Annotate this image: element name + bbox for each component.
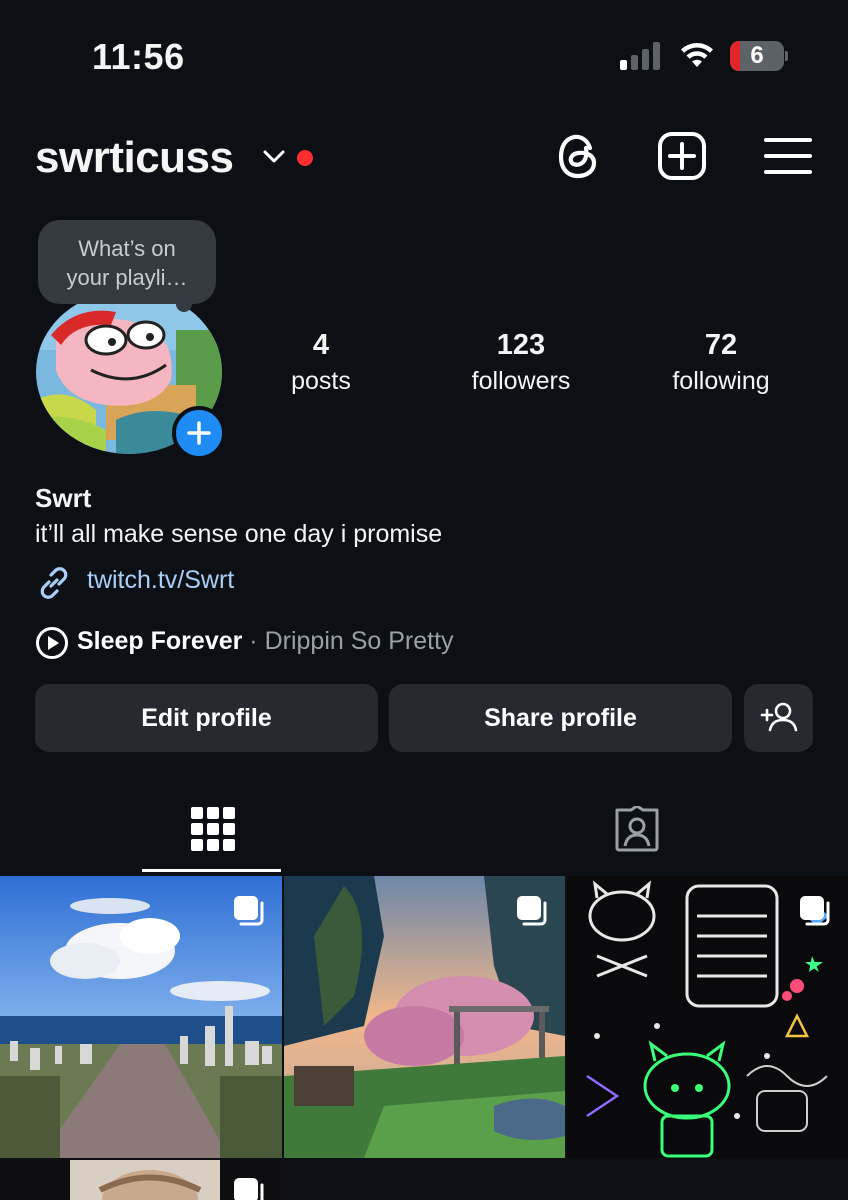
post-thumbnail[interactable] <box>567 876 848 1158</box>
grid-tab-icon[interactable] <box>190 806 236 852</box>
battery-indicator: 6 <box>730 41 788 71</box>
followers-label: followers <box>471 367 571 395</box>
bio-link[interactable]: twitch.tv/Swrt <box>87 566 234 595</box>
username-switcher[interactable]: swrticuss <box>35 133 234 183</box>
note-text-line1: What’s on <box>78 236 176 261</box>
add-story-button[interactable] <box>172 406 226 460</box>
create-post-icon[interactable] <box>656 130 708 182</box>
music-song: Sleep Forever <box>77 627 243 655</box>
battery-level: 6 <box>750 42 764 69</box>
following-stat[interactable]: 72 following <box>641 328 801 398</box>
link-icon <box>40 567 68 599</box>
profile-music[interactable]: Sleep Forever · Drippin So Pretty <box>77 627 454 656</box>
posts-label: posts <box>291 367 351 395</box>
display-name: Swrt <box>35 483 92 513</box>
wifi-icon <box>681 43 713 67</box>
music-separator: · <box>242 627 265 655</box>
share-profile-button[interactable]: Share profile <box>389 684 732 752</box>
active-tab-indicator <box>142 869 281 872</box>
posts-stat[interactable]: 4 posts <box>241 328 401 398</box>
edit-profile-button[interactable]: Edit profile <box>35 684 378 752</box>
note-bubble[interactable]: What’s on your playli… <box>38 220 216 304</box>
menu-icon[interactable] <box>762 130 814 182</box>
post-thumbnail[interactable] <box>0 876 282 1158</box>
chevron-down-icon[interactable] <box>262 148 286 166</box>
posts-count: 4 <box>312 329 330 361</box>
multiple-photos-icon <box>234 896 264 926</box>
music-artist: Drippin So Pretty <box>264 627 454 655</box>
bio-text: it’ll all make sense one day i promise <box>35 520 443 548</box>
following-label: following <box>672 367 770 395</box>
threads-icon[interactable] <box>553 130 605 182</box>
notification-dot <box>297 150 313 166</box>
tagged-tab-icon[interactable] <box>612 806 662 852</box>
discover-people-button[interactable] <box>744 684 813 752</box>
add-person-icon <box>760 702 798 732</box>
following-count: 72 <box>704 329 738 361</box>
multiple-photos-icon <box>517 896 547 926</box>
multiple-photos-icon <box>234 1178 264 1200</box>
followers-count: 123 <box>496 329 546 361</box>
note-text-line2: your playli… <box>66 265 188 290</box>
post-thumbnail[interactable] <box>0 1160 282 1200</box>
cellular-signal-icon <box>620 42 662 70</box>
status-time: 11:56 <box>92 36 185 77</box>
multiple-photos-icon <box>800 896 830 926</box>
followers-stat[interactable]: 123 followers <box>441 328 601 398</box>
post-thumbnail[interactable] <box>284 876 565 1158</box>
play-circle-icon[interactable] <box>35 626 69 660</box>
